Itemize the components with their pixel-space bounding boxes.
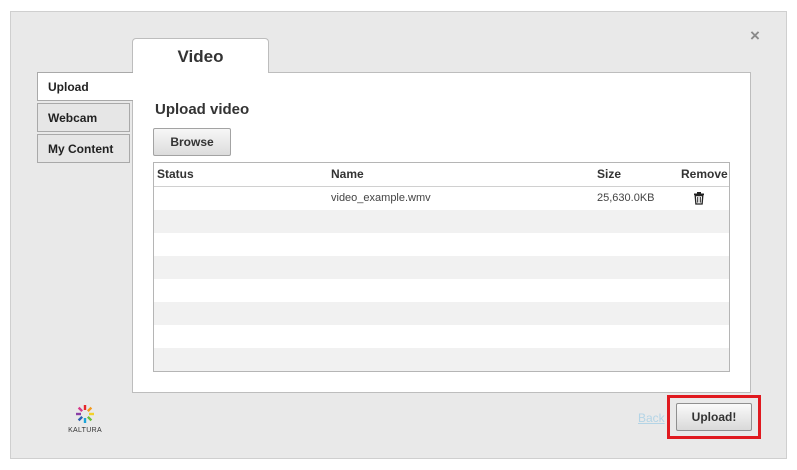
kaltura-logo-icon <box>76 405 94 423</box>
empty-table-row <box>154 233 729 256</box>
close-icon[interactable]: × <box>746 27 764 45</box>
section-heading: Upload video <box>155 101 250 118</box>
row-file-size: 25,630.0KB <box>597 192 655 204</box>
upload-button[interactable]: Upload! <box>676 403 752 431</box>
empty-table-row <box>154 348 729 371</box>
browse-button[interactable]: Browse <box>153 128 231 156</box>
sidebar-tab-webcam[interactable]: Webcam <box>37 103 130 132</box>
empty-table-row <box>154 279 729 302</box>
logo-text: KALTURA <box>68 427 102 434</box>
table-row[interactable]: video_example.wmv 25,630.0KB <box>154 187 729 210</box>
table-header: Status Name Size Remove <box>154 163 729 187</box>
empty-table-row <box>154 210 729 233</box>
empty-table-row <box>154 256 729 279</box>
column-header-status: Status <box>157 167 194 181</box>
column-header-remove: Remove <box>681 167 728 181</box>
column-header-size: Size <box>597 167 622 181</box>
trash-icon[interactable] <box>692 191 706 205</box>
sidebar-tab-my-content[interactable]: My Content <box>37 134 130 163</box>
tab-video[interactable]: Video <box>132 38 269 73</box>
empty-table-row <box>154 325 729 348</box>
back-link[interactable]: Back <box>638 411 665 425</box>
empty-table-row <box>154 302 729 325</box>
file-table: Status Name Size Remove video_example.wm… <box>153 162 730 372</box>
kaltura-logo: KALTURA <box>66 404 104 434</box>
sidebar-tab-upload[interactable]: Upload <box>37 72 133 101</box>
column-header-name: Name <box>331 167 364 181</box>
row-file-name: video_example.wmv <box>331 192 431 204</box>
